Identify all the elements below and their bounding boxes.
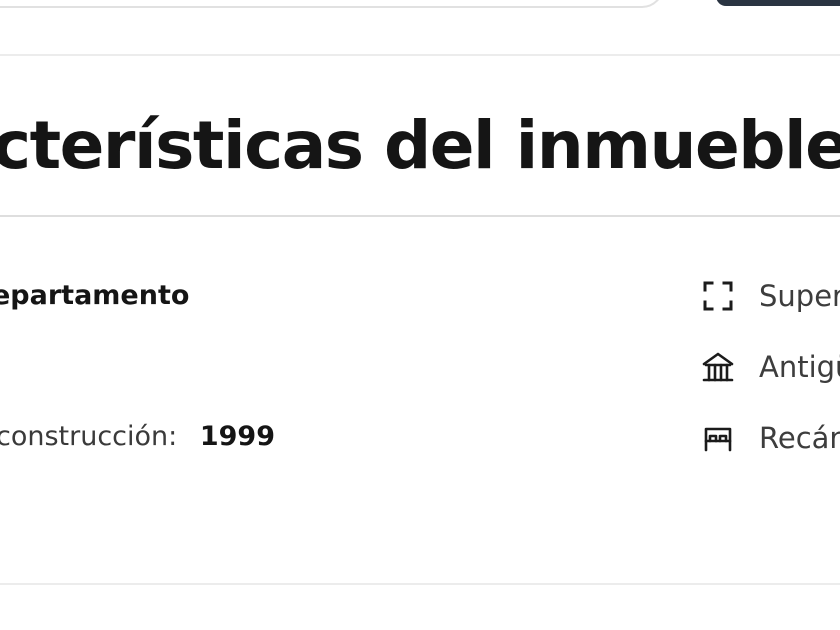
bed-icon	[700, 420, 736, 456]
construction-year-label: construcción:	[0, 421, 178, 452]
feature-age: Antigü	[700, 349, 840, 385]
feature-age-label: Antigü	[759, 350, 840, 384]
feature-surface: Super	[700, 278, 840, 314]
top-divider	[0, 54, 840, 56]
property-type-row: epartamento	[0, 279, 189, 313]
expand-icon	[700, 278, 736, 314]
title-divider	[0, 215, 840, 217]
property-features-page: cterísticas del inmueble epartamento con…	[0, 0, 840, 630]
search-bar[interactable]	[0, 0, 664, 8]
section-title: cterísticas del inmueble	[0, 107, 840, 184]
image-thumbnail[interactable]	[716, 0, 840, 6]
property-type-value: epartamento	[0, 280, 190, 311]
construction-year-row: construcción: 1999	[0, 420, 275, 454]
feature-bedrooms-label: Recán	[759, 421, 840, 455]
bottom-divider	[0, 583, 840, 585]
building-icon	[700, 349, 736, 385]
feature-surface-label: Super	[759, 279, 840, 313]
construction-year-value: 1999	[199, 421, 276, 452]
feature-bedrooms: Recán	[700, 420, 840, 456]
